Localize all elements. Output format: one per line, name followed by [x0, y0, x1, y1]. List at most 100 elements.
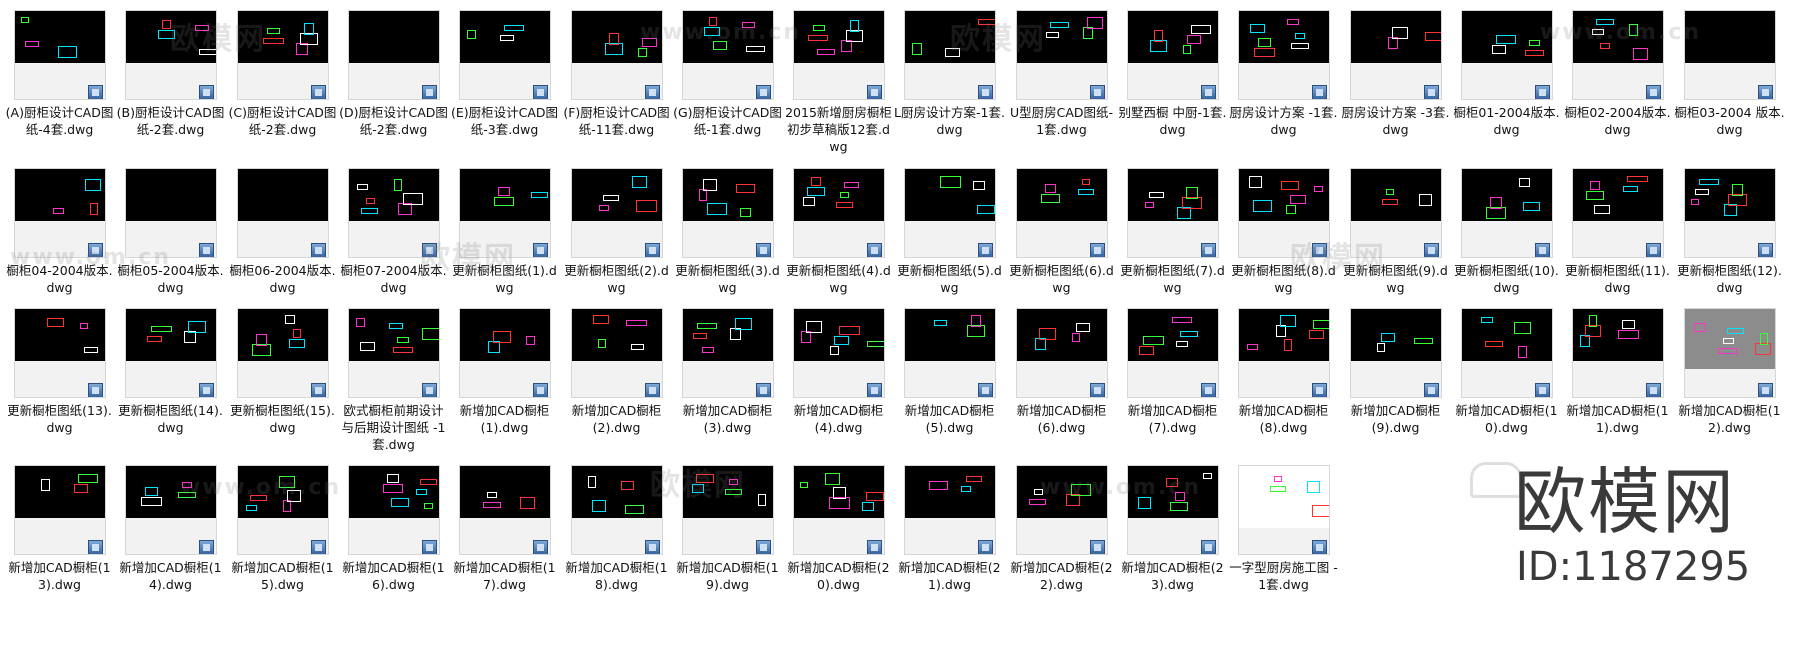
file-item[interactable]: U型厨房CAD图纸-1套.dwg — [1002, 0, 1113, 148]
file-item[interactable]: 新增加CAD橱柜(18).dwg — [557, 455, 668, 603]
cad-preview — [1462, 309, 1552, 361]
file-name: 新增加CAD橱柜(18).dwg — [565, 560, 668, 592]
file-item[interactable]: 新增加CAD橱柜(11).dwg — [1558, 298, 1669, 446]
file-item[interactable]: 更新橱柜图纸(4).dwg — [779, 158, 891, 306]
file-name: 新增加CAD橱柜(14).dwg — [119, 560, 222, 592]
file-item[interactable]: 新增加CAD橱柜(23).dwg — [1113, 455, 1224, 603]
file-item[interactable]: 新增加CAD橱柜(10).dwg — [1447, 298, 1558, 446]
file-item[interactable]: 橱柜02-2004版本.dwg — [1558, 0, 1671, 148]
file-item[interactable]: 橱柜07-2004版本.dwg — [334, 158, 447, 306]
file-name: 新增加CAD橱柜(2).dwg — [571, 403, 662, 435]
file-item[interactable]: 橱柜06-2004版本.dwg — [223, 158, 336, 306]
dwg-file-icon — [88, 383, 103, 397]
file-name: 欧式橱柜前期设计与后期设计图纸 -1套.dwg — [341, 403, 446, 452]
cad-preview — [794, 466, 884, 518]
file-item[interactable]: 新增加CAD橱柜(22).dwg — [1002, 455, 1113, 603]
file-item[interactable]: 新增加CAD橱柜(20).dwg — [779, 455, 890, 603]
file-thumbnail — [682, 10, 774, 100]
file-item[interactable]: 更新橱柜图纸(5).dwg — [890, 158, 1002, 306]
file-thumbnail — [237, 465, 329, 555]
file-item[interactable]: 更新橱柜图纸(13).dwg — [0, 298, 112, 446]
file-item[interactable]: 2015新增厨房橱柜初步草稿版12套.dwg — [779, 0, 892, 154]
cad-preview — [238, 309, 328, 361]
file-item[interactable]: 新增加CAD橱柜(17).dwg — [445, 455, 556, 603]
dwg-file-icon — [867, 540, 882, 554]
file-item[interactable]: 更新橱柜图纸(9).dwg — [1336, 158, 1448, 306]
file-item[interactable]: 新增加CAD橱柜(7).dwg — [1113, 298, 1224, 446]
file-item[interactable]: (E)厨柜设计CAD图纸-3套.dwg — [445, 0, 558, 148]
file-item[interactable]: (A)厨柜设计CAD图纸-4套.dwg — [0, 0, 113, 148]
file-item[interactable]: (G)厨柜设计CAD图纸-1套.dwg — [668, 0, 782, 148]
file-item[interactable]: 一字型厨房施工图 -1套.dwg — [1224, 455, 1338, 603]
file-thumbnail — [1238, 308, 1330, 398]
file-item[interactable]: 新增加CAD橱柜(12).dwg — [1670, 298, 1781, 446]
file-name: 新增加CAD橱柜(22).dwg — [1010, 560, 1113, 592]
file-item[interactable]: 更新橱柜图纸(6).dwg — [1002, 158, 1114, 306]
file-item[interactable]: 新增加CAD橱柜(6).dwg — [1002, 298, 1113, 446]
dwg-file-icon — [978, 243, 993, 257]
file-item[interactable]: 更新橱柜图纸(15).dwg — [223, 298, 335, 446]
file-thumbnail — [14, 168, 106, 258]
file-item[interactable]: (F)厨柜设计CAD图纸-11套.dwg — [557, 0, 670, 148]
file-thumbnail — [14, 10, 106, 100]
cad-preview — [1685, 11, 1775, 63]
file-item[interactable]: 新增加CAD橱柜(9).dwg — [1336, 298, 1447, 446]
file-thumbnail — [904, 10, 996, 100]
file-item[interactable]: 更新橱柜图纸(3).dwg — [668, 158, 780, 306]
file-name: 橱柜07-2004版本.dwg — [340, 263, 447, 295]
file-name: (A)厨柜设计CAD图纸-4套.dwg — [5, 105, 114, 137]
file-item[interactable]: 更新橱柜图纸(14).dwg — [111, 298, 223, 446]
cad-preview — [1128, 309, 1218, 361]
file-thumbnail — [1350, 168, 1442, 258]
file-item[interactable]: 厨房设计方案 -1套.dwg — [1224, 0, 1337, 148]
file-item[interactable]: 更新橱柜图纸(11).dwg — [1558, 158, 1670, 306]
dwg-file-icon — [1090, 540, 1105, 554]
dwg-file-icon — [1090, 243, 1105, 257]
file-item[interactable]: 新增加CAD橱柜(14).dwg — [111, 455, 222, 603]
file-item[interactable]: 橱柜04-2004版本.dwg — [0, 158, 113, 306]
file-item[interactable]: 新增加CAD橱柜(16).dwg — [334, 455, 445, 603]
file-item[interactable]: 新增加CAD橱柜(4).dwg — [779, 298, 890, 446]
cad-preview — [1017, 11, 1107, 63]
file-item[interactable]: 更新橱柜图纸(8).dwg — [1224, 158, 1336, 306]
file-item[interactable]: 橱柜03-2004 版本.dwg — [1670, 0, 1785, 148]
dwg-file-icon — [533, 85, 548, 99]
file-item[interactable]: 新增加CAD橱柜(1).dwg — [445, 298, 556, 446]
file-thumbnail — [1016, 10, 1108, 100]
file-item[interactable]: 新增加CAD橱柜(2).dwg — [557, 298, 668, 446]
dwg-file-icon — [756, 540, 771, 554]
file-item[interactable]: (C)厨柜设计CAD图纸-2套.dwg — [223, 0, 336, 148]
file-item[interactable]: 欧式橱柜前期设计与后期设计图纸 -1套.dwg — [334, 298, 445, 452]
file-name: 更新橱柜图纸(4).dwg — [786, 263, 891, 295]
cad-preview — [1685, 309, 1775, 369]
file-item[interactable]: 橱柜01-2004版本.dwg — [1447, 0, 1560, 148]
file-name: (F)厨柜设计CAD图纸-11套.dwg — [563, 105, 670, 137]
file-item[interactable]: L厨房设计方案-1套.dwg — [890, 0, 1005, 148]
file-item[interactable]: 新增加CAD橱柜(5).dwg — [890, 298, 1001, 446]
file-item[interactable]: 更新橱柜图纸(10).dwg — [1447, 158, 1559, 306]
file-item[interactable]: 新增加CAD橱柜(8).dwg — [1224, 298, 1335, 446]
cad-preview — [683, 466, 773, 518]
file-item[interactable]: (D)厨柜设计CAD图纸-2套.dwg — [334, 0, 448, 148]
file-name: (B)厨柜设计CAD图纸-2套.dwg — [116, 105, 225, 137]
dwg-file-icon — [978, 540, 993, 554]
file-item[interactable]: 更新橱柜图纸(1).dwg — [445, 158, 557, 306]
cad-preview — [1239, 11, 1329, 63]
cad-preview — [1128, 169, 1218, 221]
file-item[interactable]: 更新橱柜图纸(2).dwg — [557, 158, 669, 306]
file-name: 更新橱柜图纸(9).dwg — [1343, 263, 1448, 295]
file-item[interactable]: 橱柜05-2004版本.dwg — [111, 158, 224, 306]
file-item[interactable]: 新增加CAD橱柜(19).dwg — [668, 455, 779, 603]
file-item[interactable]: 别墅西橱 中厨-1套.dwg — [1113, 0, 1226, 148]
dwg-file-icon — [645, 540, 660, 554]
dwg-file-icon — [978, 383, 993, 397]
file-item[interactable]: 更新橱柜图纸(7).dwg — [1113, 158, 1225, 306]
file-item[interactable]: (B)厨柜设计CAD图纸-2套.dwg — [111, 0, 224, 148]
file-item[interactable]: 更新橱柜图纸(12).dwg — [1670, 158, 1782, 306]
file-item[interactable]: 新增加CAD橱柜(3).dwg — [668, 298, 779, 446]
file-item[interactable]: 新增加CAD橱柜(15).dwg — [223, 455, 334, 603]
file-item[interactable]: 新增加CAD橱柜(21).dwg — [890, 455, 1001, 603]
file-item[interactable]: 新增加CAD橱柜(13).dwg — [0, 455, 111, 603]
dwg-file-icon — [1312, 540, 1327, 554]
file-item[interactable]: 厨房设计方案 -3套.dwg — [1336, 0, 1449, 148]
